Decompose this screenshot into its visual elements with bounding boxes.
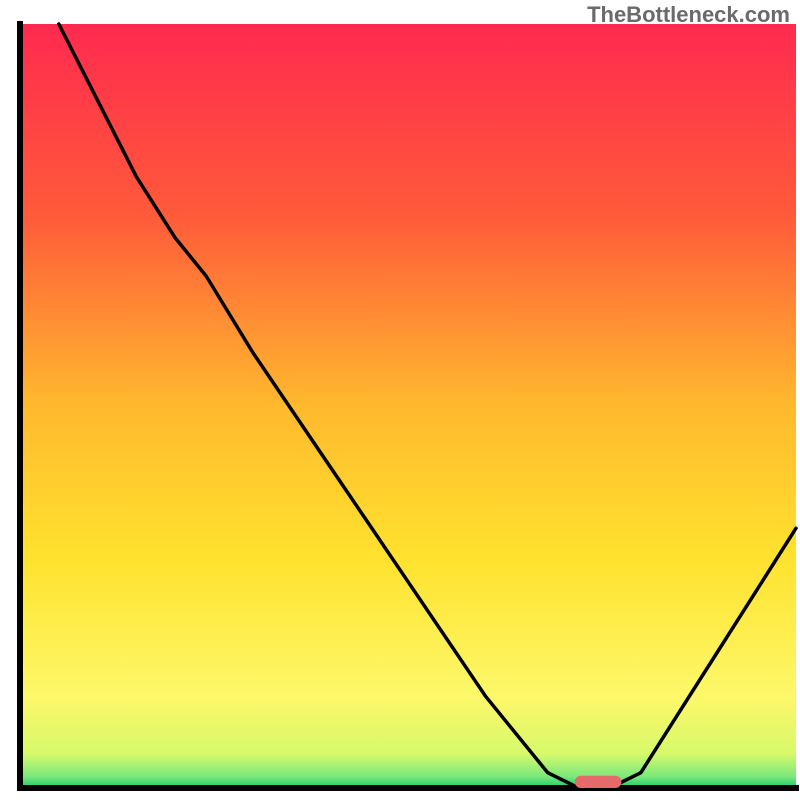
watermark-label: TheBottleneck.com bbox=[587, 2, 790, 28]
bottleneck-chart: TheBottleneck.com bbox=[0, 0, 800, 800]
plot-background bbox=[20, 24, 796, 788]
optimal-zone-marker bbox=[575, 776, 622, 788]
chart-svg bbox=[0, 0, 800, 800]
